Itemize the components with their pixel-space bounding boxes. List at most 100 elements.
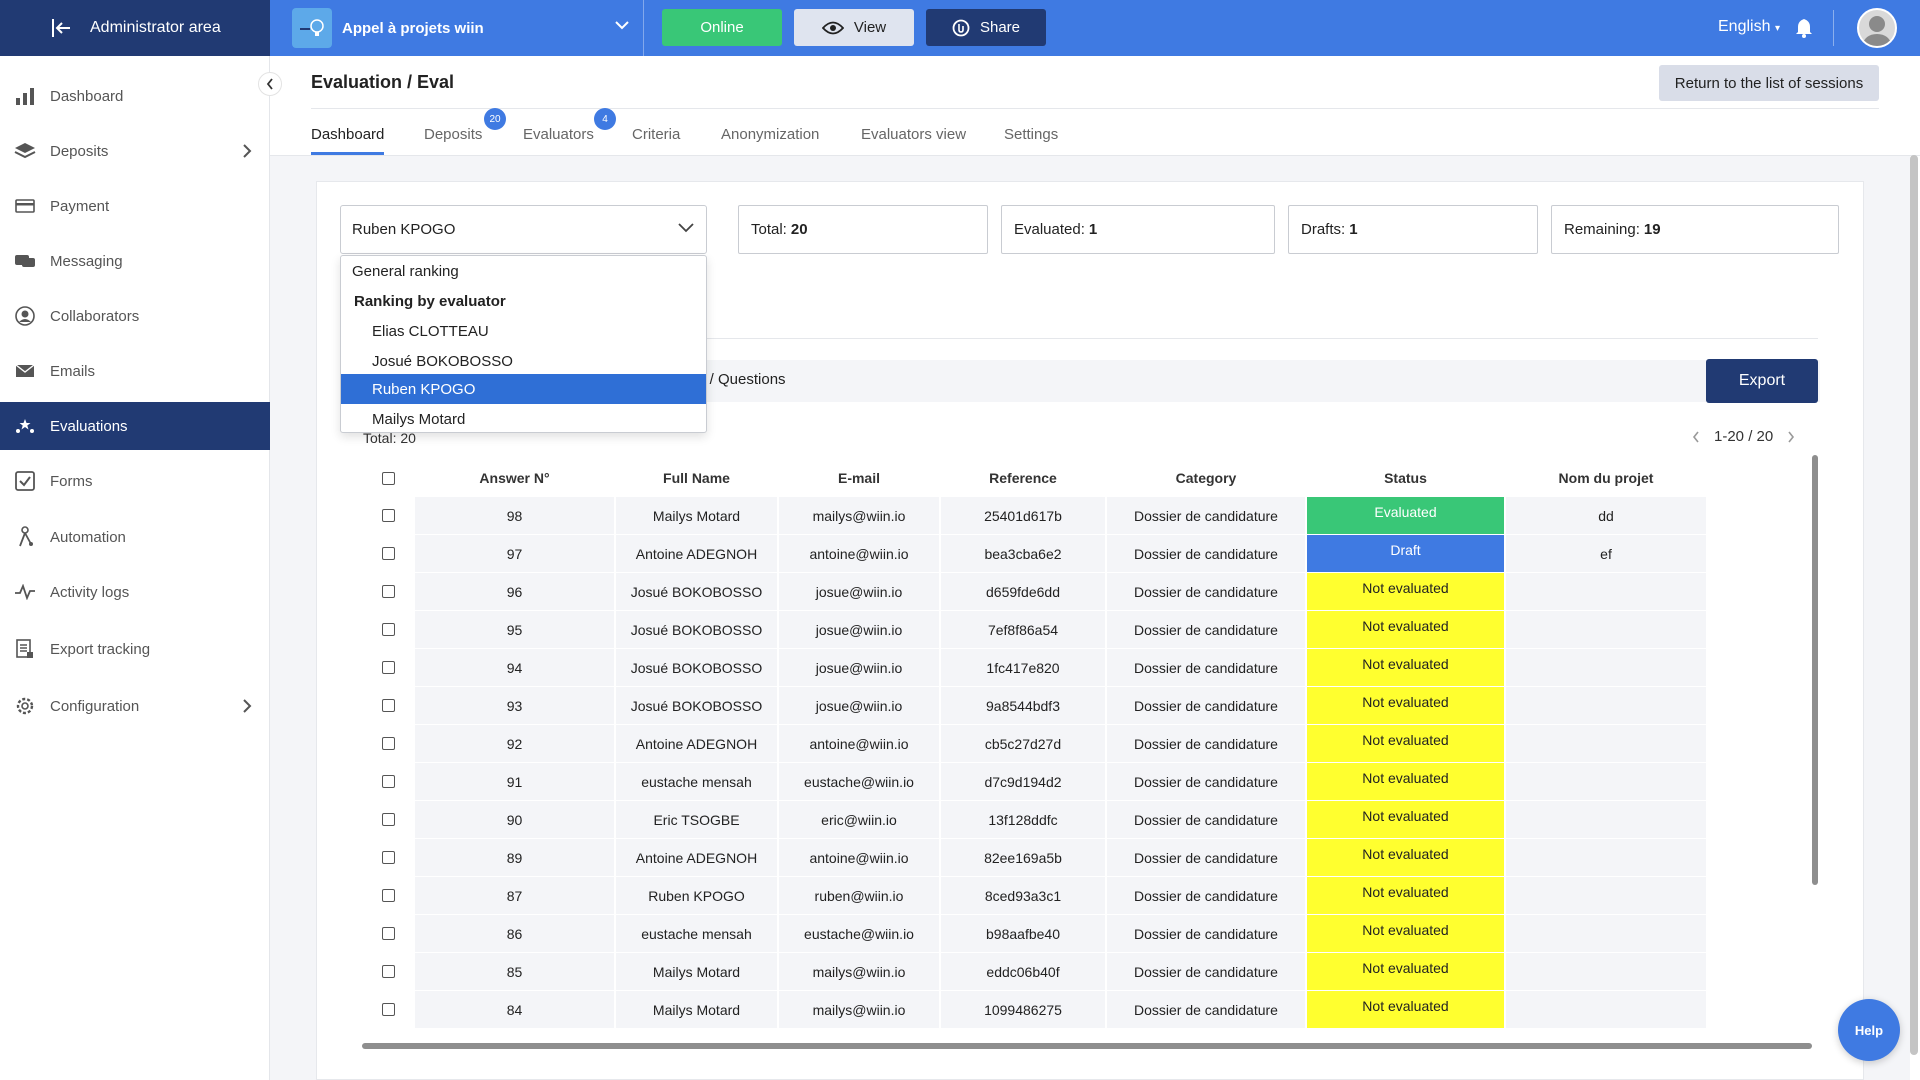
tab-dashboard[interactable]: Dashboard — [311, 126, 384, 143]
tab-deposits[interactable]: Deposits — [424, 126, 482, 143]
sidebar-item-collaborators[interactable]: Collaborators — [0, 292, 270, 340]
status-cell[interactable]: Not evaluated — [1307, 953, 1504, 990]
reference-cell: 1fc417e820 — [941, 649, 1105, 686]
table-row[interactable]: 97 Antoine ADEGNOH antoine@wiin.io bea3cba6… — [363, 535, 1813, 573]
row-checkbox[interactable] — [381, 775, 395, 788]
table-row[interactable]: 87 Ruben KPOGO ruben@wiin.io 8ced93a3c1 Doss… — [363, 877, 1813, 915]
help-button[interactable]: Help — [1838, 999, 1900, 1061]
view-button[interactable]: View — [794, 9, 914, 46]
sidebar-item-export-tracking[interactable]: Export tracking — [0, 625, 270, 673]
row-checkbox[interactable] — [381, 547, 395, 560]
option-evaluator[interactable]: Mailys Motard — [341, 404, 706, 434]
project-selector[interactable]: Appel à projets wiin — [272, 0, 644, 56]
status-cell[interactable]: Not evaluated — [1307, 649, 1504, 686]
sidebar-item-forms[interactable]: Forms — [0, 457, 270, 505]
status-cell[interactable]: Draft — [1307, 535, 1504, 572]
column-header[interactable]: Answer N° — [415, 459, 614, 497]
tab-settings[interactable]: Settings — [1004, 126, 1058, 143]
row-select-cell — [363, 877, 413, 914]
table-row[interactable]: 98 Mailys Motard mailys@wiin.io 25401d617b D… — [363, 497, 1813, 535]
share-button[interactable]: Share — [926, 9, 1046, 46]
status-cell[interactable]: Not evaluated — [1307, 915, 1504, 952]
ranking-select[interactable]: Ruben KPOGO — [340, 205, 707, 254]
table-row[interactable]: 96 Josué BOKOBOSSO josue@wiin.io d659fde6dd… — [363, 573, 1813, 611]
table-row[interactable]: 84 Mailys Motard mailys@wiin.io 1099486275 D… — [363, 991, 1813, 1029]
row-checkbox[interactable] — [381, 851, 395, 864]
status-cell[interactable]: Not evaluated — [1307, 801, 1504, 838]
table-row[interactable]: 95 Josué BOKOBOSSO josue@wiin.io 7ef8f86a54… — [363, 611, 1813, 649]
table-row[interactable]: 89 Antoine ADEGNOH antoine@wiin.io 82ee169a… — [363, 839, 1813, 877]
sidebar-item-activity-logs[interactable]: Activity logs — [0, 568, 270, 616]
table-row[interactable]: 94 Josué BOKOBOSSO josue@wiin.io 1fc417e820… — [363, 649, 1813, 687]
tab-evaluators-view[interactable]: Evaluators view — [861, 126, 966, 143]
avatar[interactable] — [1857, 8, 1897, 48]
table-row[interactable]: 92 Antoine ADEGNOH antoine@wiin.io cb5c27d2… — [363, 725, 1813, 763]
table-row[interactable]: 91 eustache mensah eustache@wiin.io d7c9d19… — [363, 763, 1813, 801]
horizontal-scrollbar[interactable] — [362, 1043, 1812, 1049]
row-checkbox[interactable] — [381, 889, 395, 902]
status-cell[interactable]: Not evaluated — [1307, 573, 1504, 610]
chevron-right-icon[interactable] — [1787, 431, 1795, 443]
status-cell[interactable]: Not evaluated — [1307, 839, 1504, 876]
row-checkbox[interactable] — [381, 623, 395, 636]
column-header[interactable]: Reference — [941, 459, 1105, 497]
tab-evaluators[interactable]: Evaluators — [523, 126, 594, 143]
row-checkbox[interactable] — [381, 965, 395, 978]
sidebar-item-evaluations[interactable]: Evaluations — [0, 402, 270, 450]
sidebar-item-dashboard[interactable]: Dashboard — [0, 72, 270, 120]
select-all-checkbox[interactable] — [381, 471, 395, 485]
table-row[interactable]: 90 Eric TSOGBE eric@wiin.io 13f128ddfc Dossi… — [363, 801, 1813, 839]
row-checkbox[interactable] — [381, 661, 395, 674]
row-checkbox[interactable] — [381, 813, 395, 826]
column-header[interactable]: Status — [1307, 459, 1504, 497]
row-select-cell — [363, 611, 413, 648]
admin-area-button[interactable]: Administrator area — [0, 0, 270, 56]
row-checkbox[interactable] — [381, 1003, 395, 1016]
online-button[interactable]: Online — [662, 9, 782, 46]
status-cell[interactable]: Not evaluated — [1307, 763, 1504, 800]
row-checkbox[interactable] — [381, 737, 395, 750]
status-cell[interactable]: Evaluated — [1307, 497, 1504, 534]
export-button[interactable]: Export — [1706, 359, 1818, 403]
column-header[interactable]: Category — [1107, 459, 1305, 497]
tab-anonymization[interactable]: Anonymization — [721, 126, 819, 143]
sidebar-item-configuration[interactable]: Configuration — [0, 682, 270, 730]
return-to-sessions-button[interactable]: Return to the list of sessions — [1659, 65, 1879, 101]
page-scrollbar[interactable] — [1910, 155, 1918, 1055]
column-header[interactable]: Full Name — [616, 459, 777, 497]
status-cell[interactable]: Not evaluated — [1307, 687, 1504, 724]
row-checkbox[interactable] — [381, 699, 395, 712]
chevron-left-icon[interactable] — [1692, 431, 1700, 443]
full-name-cell: eustache mensah — [616, 763, 777, 800]
option-general-ranking[interactable]: General ranking — [341, 256, 706, 286]
row-checkbox[interactable] — [381, 509, 395, 522]
status-cell[interactable]: Not evaluated — [1307, 725, 1504, 762]
option-evaluator-selected[interactable]: Ruben KPOGO — [341, 374, 706, 404]
language-selector[interactable]: English ▾ — [1718, 18, 1780, 36]
sidebar-item-deposits[interactable]: Deposits — [0, 127, 270, 175]
status-cell[interactable]: Not evaluated — [1307, 611, 1504, 648]
sidebar-item-automation[interactable]: Automation — [0, 513, 270, 561]
tab-criteria[interactable]: Criteria — [632, 126, 680, 143]
sidebar-item-label: Deposits — [50, 142, 109, 160]
collapse-sidebar-button[interactable] — [258, 72, 282, 96]
table-row[interactable]: 93 Josué BOKOBOSSO josue@wiin.io 9a8544bdf3… — [363, 687, 1813, 725]
option-evaluator[interactable]: Elias CLOTTEAU — [341, 316, 706, 346]
stat-value: 20 — [790, 221, 808, 238]
row-checkbox[interactable] — [381, 585, 395, 598]
status-cell[interactable]: Not evaluated — [1307, 877, 1504, 914]
category-cell: Dossier de candidature — [1107, 801, 1305, 838]
sidebar-item-payment[interactable]: Payment — [0, 182, 270, 230]
sidebar-item-messaging[interactable]: Messaging — [0, 237, 270, 285]
bell-icon[interactable] — [1795, 18, 1813, 38]
column-header[interactable]: Nom du projet — [1506, 459, 1706, 497]
status-cell[interactable]: Not evaluated — [1307, 991, 1504, 1028]
option-evaluator[interactable]: Josué BOKOBOSSO — [341, 346, 706, 376]
questions-tab[interactable]: s / Questions — [698, 371, 786, 388]
table-vertical-scrollbar[interactable] — [1812, 455, 1818, 885]
sidebar-item-emails[interactable]: Emails — [0, 347, 270, 395]
row-checkbox[interactable] — [381, 927, 395, 940]
table-row[interactable]: 86 eustache mensah eustache@wiin.io b98aafb… — [363, 915, 1813, 953]
table-row[interactable]: 85 Mailys Motard mailys@wiin.io eddc06b40f D… — [363, 953, 1813, 991]
column-header[interactable]: E-mail — [779, 459, 939, 497]
